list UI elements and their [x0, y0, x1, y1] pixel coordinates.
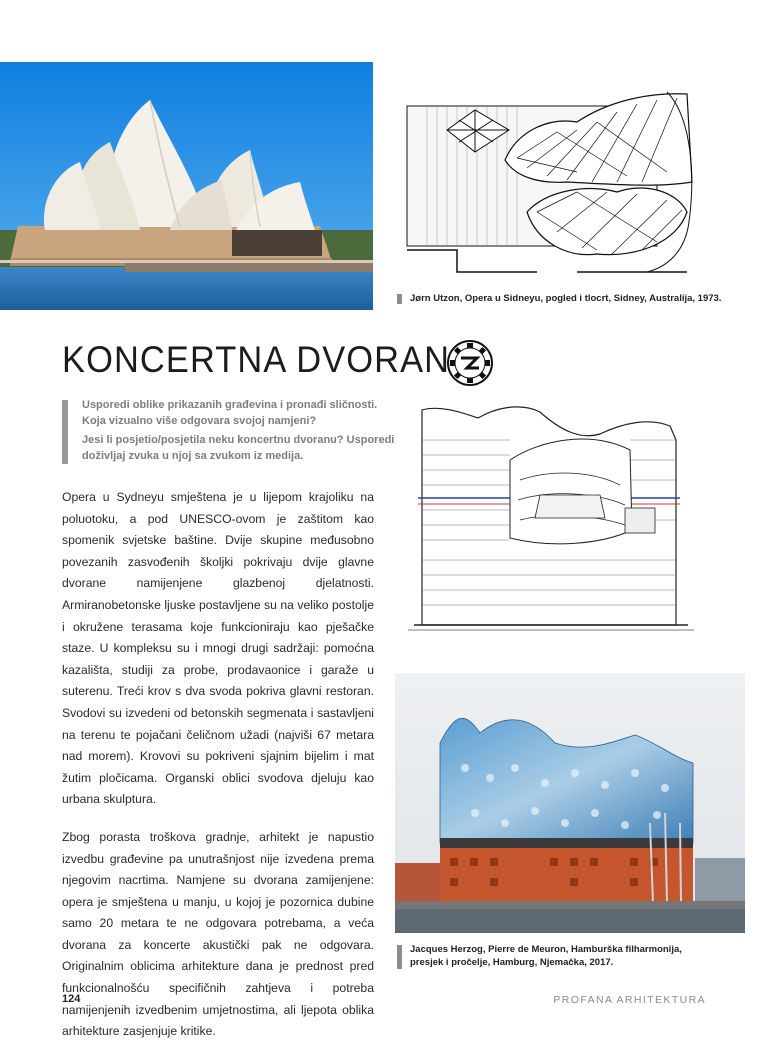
elbphilharmonie-section-drawing: [400, 400, 702, 635]
body-paragraph-1: Opera u Sydneyu smještena je u lijepom k…: [62, 490, 374, 807]
task-bar: [62, 400, 68, 464]
hamburg-caption-line-1: Jacques Herzog, Pierre de Meuron, Hambur…: [410, 944, 682, 955]
page-number: 124: [62, 993, 81, 1005]
hamburg-caption-line-2: presjek i pročelje, Hamburg, Njemačka, 2…: [410, 957, 614, 968]
sydney-opera-photo: [0, 62, 373, 310]
task-question-2: Jesi li posjetio/posjetila neku koncertn…: [82, 434, 395, 462]
task-question-1: Usporedi oblike prikazanih građevina i p…: [82, 399, 378, 427]
caption-marker: [397, 945, 402, 969]
circular-stamp-icon: [447, 340, 493, 386]
running-footer: PROFANA ARHITEKTURA: [553, 994, 706, 1006]
body-text: Opera u Sydneyu smještena je u lijepom k…: [62, 487, 374, 1059]
caption-marker: [397, 294, 402, 304]
page-title: KONCERTNA DVORANA: [62, 339, 475, 380]
elbphilharmonie-photo: [395, 673, 745, 933]
opera-plan-drawing: [397, 72, 697, 284]
body-paragraph-2: Zbog porasta troškova gradnje, arhitekt …: [62, 829, 374, 1039]
task-box: Usporedi oblike prikazanih građevina i p…: [62, 398, 402, 468]
hamburg-caption: Jacques Herzog, Pierre de Meuron, Hambur…: [397, 943, 760, 969]
sydney-caption-text: Jørn Utzon, Opera u Sidneyu, pogled i tl…: [410, 293, 722, 304]
sydney-caption: Jørn Utzon, Opera u Sidneyu, pogled i tl…: [397, 292, 768, 305]
